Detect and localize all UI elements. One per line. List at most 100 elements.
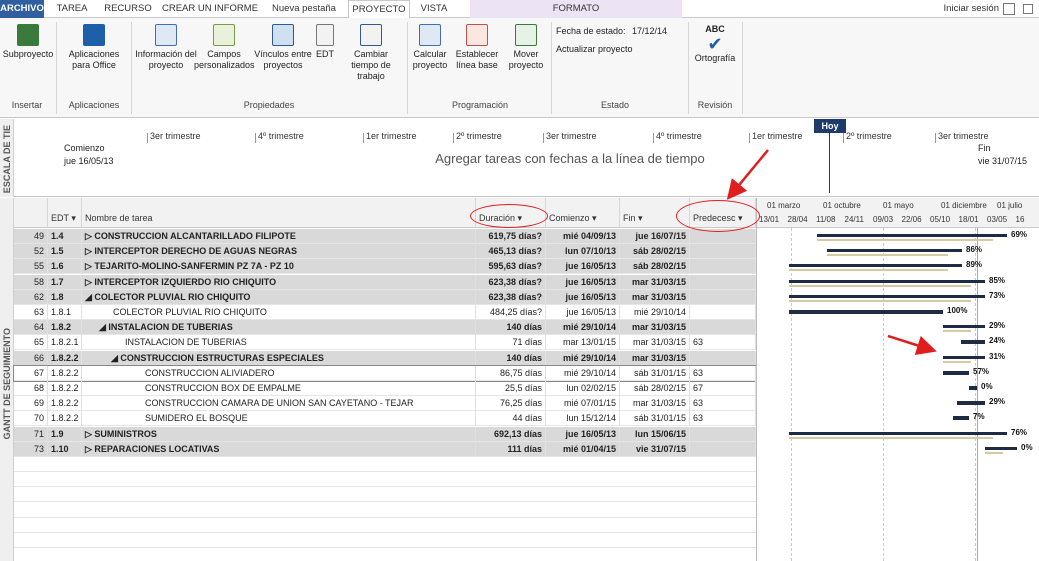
gantt-bar[interactable] xyxy=(827,249,962,253)
gantt-bar[interactable] xyxy=(817,234,1007,237)
table-row[interactable]: 66 1.8.2.2 ◢ CONSTRUCCION ESTRUCTURAS ESPE… xyxy=(14,350,756,366)
cell-fin: vie 31/07/15 xyxy=(620,441,690,457)
cell-fin: sáb 31/01/15 xyxy=(620,365,690,381)
ortografia-button[interactable]: ABC ✔ Ortografía xyxy=(692,24,738,64)
status-date-line xyxy=(977,228,978,561)
user-icon[interactable] xyxy=(1003,3,1015,15)
gantt-bar[interactable] xyxy=(789,264,962,268)
gantt-bar[interactable] xyxy=(943,325,985,329)
timeline-quarter: 2º trimestre xyxy=(843,131,892,143)
percent-complete-label: 29% xyxy=(989,397,1006,407)
tab-proyecto[interactable]: PROYECTO xyxy=(348,0,410,19)
gantt-bar[interactable] xyxy=(961,340,985,345)
timescale-minor-label: 13/01 xyxy=(759,215,780,224)
table-row[interactable]: 58 1.7 ▷ INTERCEPTOR IZQUIERDO RIO CHIQUIT… xyxy=(14,274,756,290)
cell-id: 62 xyxy=(14,289,48,305)
gantt-bar[interactable] xyxy=(789,279,985,283)
timescale-minor-label: 24/11 xyxy=(844,215,864,224)
gantt-bar[interactable] xyxy=(789,431,1007,435)
table-row[interactable]: 73 1.10 ▷ REPARACIONES LOCATIVAS 111 días mi… xyxy=(14,441,756,457)
table-row[interactable]: 68 1.8.2.2 CONSTRUCCION BOX DE EMPALME 25,5… xyxy=(14,381,756,396)
campos-personalizados-button[interactable]: Campos personalizados xyxy=(194,24,255,71)
tab-recurso[interactable]: RECURSO xyxy=(100,0,156,18)
tab-nueva-pestana[interactable]: Nueva pestaña xyxy=(266,0,342,18)
header-edt[interactable]: EDT ▾ xyxy=(48,198,82,228)
sign-in-link[interactable]: Iniciar sesión xyxy=(944,0,999,18)
edt-button[interactable]: EDT xyxy=(312,24,338,60)
table-row[interactable]: 65 1.8.2.1 INSTALACION DE TUBERIAS 71 días m… xyxy=(14,335,756,351)
aplicaciones-office-button[interactable]: Aplicaciones para Office xyxy=(60,24,128,71)
gantt-bar[interactable] xyxy=(789,294,985,298)
tab-tarea[interactable]: TAREA xyxy=(52,0,92,18)
cell-duracion: 140 días xyxy=(476,320,546,336)
percent-complete-label: 0% xyxy=(981,382,993,391)
cell-fin: sáb 28/02/15 xyxy=(620,259,690,275)
tab-crear-informe[interactable]: CREAR UN INFORME xyxy=(160,0,260,18)
cell-edt: 1.10 xyxy=(48,441,82,457)
empty-row[interactable] xyxy=(14,487,756,503)
actualizar-proyecto-button[interactable]: Actualizar proyecto xyxy=(556,44,633,54)
cell-id: 73 xyxy=(14,441,48,457)
table-row[interactable]: 52 1.5 ▷ INTERCEPTOR DERECHO DE AGUAS NEGR… xyxy=(14,244,756,260)
gantt-bar[interactable] xyxy=(969,386,977,390)
table-row[interactable]: 69 1.8.2.2 CONSTRUCCION CAMARA DE UNION SA… xyxy=(14,396,756,412)
empty-row[interactable] xyxy=(14,457,756,472)
fecha-estado-value[interactable]: 17/12/14 xyxy=(632,26,667,36)
timeline-side-label: ESCALA DE TIE xyxy=(2,125,12,194)
empty-row[interactable] xyxy=(14,518,756,533)
check-icon: ✔ xyxy=(707,34,723,54)
gantt-bar[interactable] xyxy=(943,355,985,359)
empty-row[interactable] xyxy=(14,503,756,518)
header-comienzo[interactable]: Comienzo ▾ xyxy=(546,198,620,228)
cell-fin: mar 31/03/15 xyxy=(620,396,690,412)
tab-vista[interactable]: VISTA xyxy=(414,0,454,18)
restore-icon[interactable] xyxy=(1023,4,1033,14)
establecer-linea-base-button[interactable]: Establecer línea base xyxy=(452,24,502,71)
cell-nombre: CONSTRUCCION BOX DE EMPALME xyxy=(82,381,476,396)
timeline-quarter: 4º trimestre xyxy=(653,131,702,143)
group-revision-label: Revisión xyxy=(697,100,733,110)
calcular-proyecto-button[interactable]: Calcular proyecto xyxy=(410,24,450,71)
cell-duracion: 484,25 días? xyxy=(476,305,546,320)
empty-row[interactable] xyxy=(14,472,756,488)
gantt-bar[interactable] xyxy=(943,370,969,375)
cambiar-tiempo-button[interactable]: Cambiar tiempo de trabajo xyxy=(340,24,402,82)
timescale-major-label: 01 marzo xyxy=(767,201,801,210)
empty-row[interactable] xyxy=(14,533,756,548)
gantt-bar[interactable] xyxy=(985,446,1017,450)
header-id xyxy=(14,198,48,228)
table-row[interactable]: 49 1.4 ▷ CONSTRUCCION ALCANTARILLADO FILIP… xyxy=(14,229,756,244)
table-row[interactable]: 62 1.8 ◢ COLECTOR PLUVIAL RIO CHIQUITO 623,… xyxy=(14,289,756,305)
table-row[interactable]: 55 1.6 ▷ TEJARITO-MOLINO-SANFERMIN PZ 7A -… xyxy=(14,259,756,275)
timeline-message[interactable]: Agregar tareas con fechas a la línea de … xyxy=(420,151,720,166)
cell-nombre: ▷ TEJARITO-MOLINO-SANFERMIN PZ 7A - PZ 1… xyxy=(82,259,476,275)
informacion-proyecto-button[interactable]: Información del proyecto xyxy=(134,24,198,71)
cell-predecesoras: 63 xyxy=(690,411,756,427)
chart-timescale: 01 marzo 01 octubre 01 mayo 01 diciembre 01 … xyxy=(757,198,1039,228)
table-row[interactable]: 70 1.8.2.2 SUMIDERO EL BOSQUE 44 días lun 15… xyxy=(14,411,756,427)
cell-edt: 1.8.2.2 xyxy=(48,396,82,412)
gantt-bar[interactable] xyxy=(953,416,969,421)
tab-archivo[interactable]: ARCHIVO xyxy=(0,0,44,18)
mover-proyecto-button[interactable]: Mover proyecto xyxy=(504,24,548,71)
table-row[interactable]: 71 1.9 ▷ SUMINISTROS 692,13 días jue 16/05/1… xyxy=(14,426,756,442)
percent-complete-label: 31% xyxy=(989,351,1006,361)
subproyecto-button[interactable]: Subproyecto xyxy=(2,24,54,60)
today-line xyxy=(829,133,830,193)
cell-duracion: 623,38 días? xyxy=(476,289,546,305)
header-nombre[interactable]: Nombre de tarea xyxy=(82,198,476,228)
vinculos-proyectos-button[interactable]: Vínculos entre proyectos xyxy=(254,24,312,71)
baseline-bar xyxy=(789,436,993,439)
cell-duracion: 465,13 días? xyxy=(476,244,546,260)
cell-edt: 1.7 xyxy=(48,274,82,290)
percent-complete-label: 24% xyxy=(989,336,1006,346)
table-row[interactable]: 67 1.8.2.2 CONSTRUCCION ALIVIADERO 86,75 dí… xyxy=(13,364,757,382)
timeline-quarter: 3er trimestre xyxy=(543,131,597,143)
gantt-bar[interactable] xyxy=(957,401,985,406)
cell-comienzo: jue 16/05/13 xyxy=(546,305,620,320)
table-row[interactable]: 64 1.8.2 ◢ INSTALACION DE TUBERIAS 140 días… xyxy=(14,320,756,336)
tab-formato[interactable]: FORMATO xyxy=(470,0,682,18)
table-row[interactable]: 63 1.8.1 COLECTOR PLUVIAL RIO CHIQUITO 484,… xyxy=(14,305,756,320)
gantt-bar[interactable] xyxy=(789,310,943,314)
gantt-chart: 01 marzo 01 octubre 01 mayo 01 diciembre 01 … xyxy=(756,198,1039,561)
